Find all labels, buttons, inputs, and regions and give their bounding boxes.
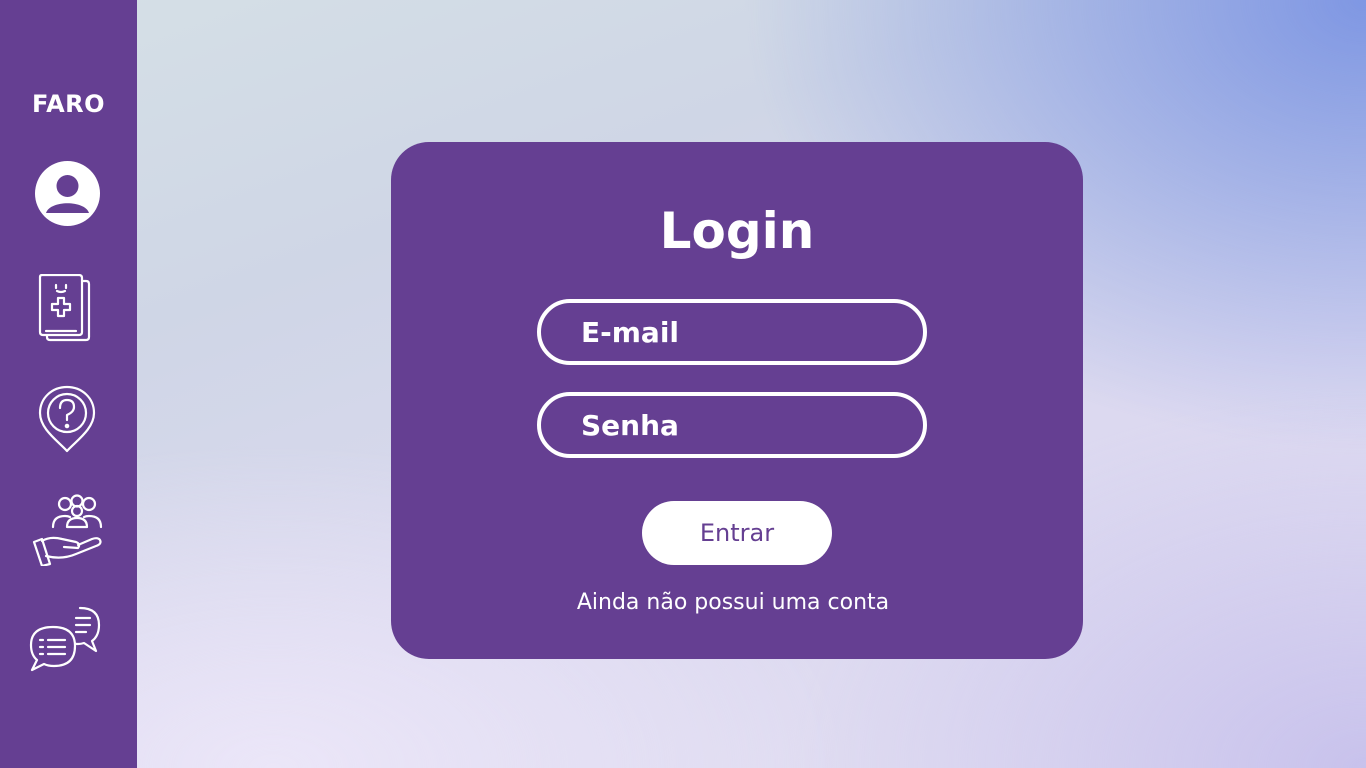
community-care-icon [32, 494, 103, 566]
email-field[interactable] [537, 299, 927, 365]
login-title: Login [659, 202, 815, 260]
password-field[interactable] [537, 392, 927, 458]
help-location-icon [38, 385, 96, 453]
signup-link[interactable]: Ainda não possui uma conta [391, 590, 1075, 615]
chat-icon [29, 606, 101, 672]
medical-record-icon [38, 274, 91, 342]
sidebar-item-community[interactable] [32, 494, 104, 566]
brand-logo: FARO [31, 90, 106, 118]
sidebar: FARO [0, 0, 137, 768]
submit-button[interactable]: Entrar [642, 501, 832, 565]
password-input[interactable] [581, 396, 911, 454]
sidebar-item-chat[interactable] [28, 606, 102, 674]
sidebar-item-help[interactable] [38, 385, 96, 453]
email-input[interactable] [581, 303, 911, 361]
sidebar-item-records[interactable] [38, 274, 98, 344]
